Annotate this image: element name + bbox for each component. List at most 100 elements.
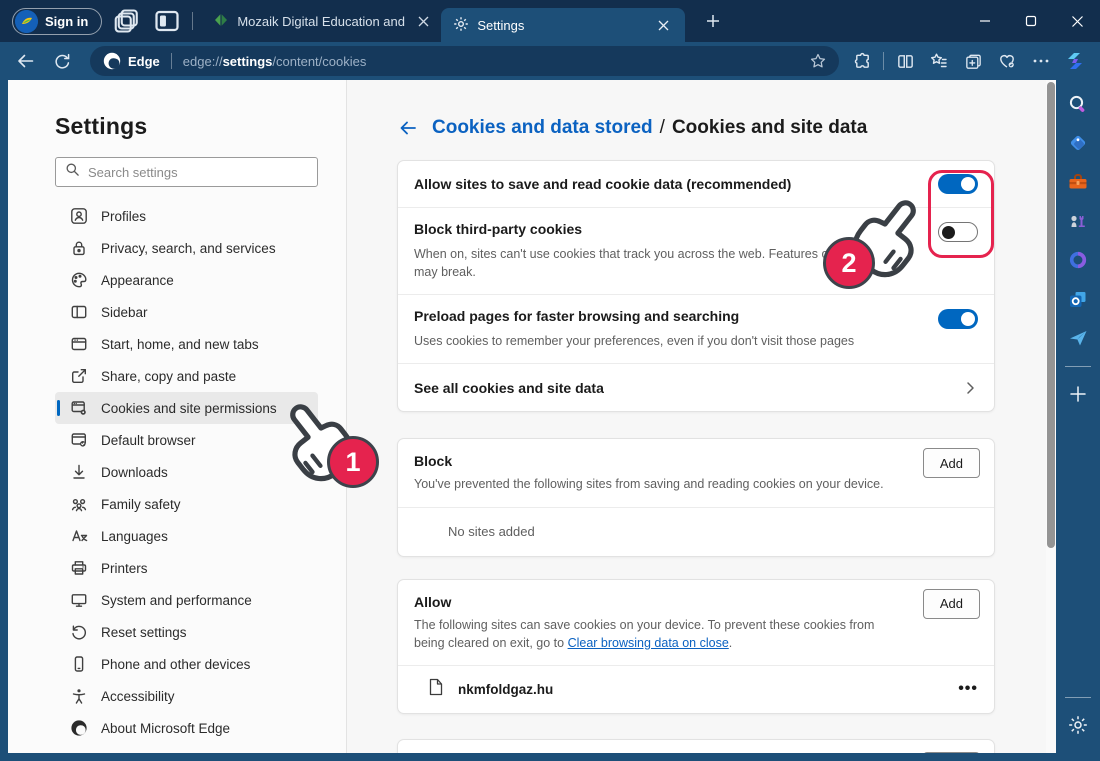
- shopping-icon[interactable]: [1063, 128, 1093, 158]
- edge-brand-label: Edge: [128, 54, 160, 69]
- cookies-icon: [70, 399, 88, 417]
- breadcrumb-link[interactable]: Cookies and data stored: [432, 117, 653, 138]
- tab-settings[interactable]: Settings: [441, 8, 685, 42]
- sidebar-item-about-microsoft-edge[interactable]: About Microsoft Edge: [55, 712, 318, 744]
- profile-icon: [70, 207, 88, 225]
- sidebar-item-label: Phone and other devices: [101, 657, 250, 672]
- close-window-button[interactable]: [1054, 0, 1100, 42]
- favorite-star-icon[interactable]: [803, 52, 833, 70]
- browser-essentials-icon[interactable]: [990, 46, 1024, 76]
- sign-in-label: Sign in: [45, 14, 88, 29]
- block-third-party-label: Block third-party cookies: [414, 221, 582, 237]
- allow-description-period: .: [729, 636, 732, 650]
- languages-icon: [70, 527, 88, 545]
- sidebar-item-reset-settings[interactable]: Reset settings: [55, 616, 318, 648]
- sidebar-item-phone-and-other-devices[interactable]: Phone and other devices: [55, 648, 318, 680]
- scrollbar-thumb[interactable]: [1047, 82, 1055, 548]
- see-all-cookies-row[interactable]: See all cookies and site data: [398, 364, 994, 411]
- phone-icon: [70, 655, 88, 673]
- allow-card-header: Allow The following sites can save cooki…: [398, 580, 994, 666]
- edge-badge: Edge: [103, 52, 160, 70]
- tab-mozaik[interactable]: Mozaik Digital Education and Lea: [203, 0, 441, 42]
- back-icon[interactable]: [8, 46, 44, 76]
- sidebar-item-system-and-performance[interactable]: System and performance: [55, 584, 318, 616]
- sidebar-item-sidebar[interactable]: Sidebar: [55, 296, 318, 328]
- back-arrow-icon[interactable]: [397, 117, 419, 139]
- sidebar-item-printers[interactable]: Printers: [55, 552, 318, 584]
- sidebar-item-start-home-and-new-tabs[interactable]: Start, home, and new tabs: [55, 328, 318, 360]
- split-screen-icon[interactable]: [888, 46, 922, 76]
- search-input[interactable]: [88, 165, 308, 180]
- sidebar-item-label: Cookies and site permissions: [101, 401, 277, 416]
- favorites-icon[interactable]: [922, 46, 956, 76]
- block-third-party-toggle[interactable]: [938, 222, 978, 242]
- page-scrollbar[interactable]: [1046, 80, 1056, 753]
- settings-page: Settings ProfilesPrivacy, search, and se…: [8, 80, 1056, 753]
- copilot-icon[interactable]: [1058, 46, 1092, 76]
- sidebar-search-icon[interactable]: [1063, 89, 1093, 119]
- tab-close-icon[interactable]: [415, 13, 431, 29]
- sidebar-icon: [70, 303, 88, 321]
- allowed-site-name: nkmfoldgaz.hu: [458, 682, 553, 697]
- allow-add-button[interactable]: Add: [923, 589, 980, 619]
- sidebar-item-languages[interactable]: Languages: [55, 520, 318, 552]
- clear-browsing-data-link[interactable]: Clear browsing data on close: [568, 636, 729, 650]
- navigation-toolbar: Edge edge://settings/content/cookies: [0, 42, 1100, 80]
- sidebar-item-share-copy-and-paste[interactable]: Share, copy and paste: [55, 360, 318, 392]
- sidebar-item-label: Family safety: [101, 497, 181, 512]
- default-browser-icon: [70, 431, 88, 449]
- lock-icon: [70, 239, 88, 257]
- edge-icon: [70, 719, 88, 737]
- site-more-options-icon[interactable]: •••: [958, 680, 978, 698]
- toolbox-icon[interactable]: [1063, 167, 1093, 197]
- allow-cookies-toggle[interactable]: [938, 174, 978, 194]
- settings-search[interactable]: [55, 157, 318, 187]
- block-third-party-description: When on, sites can't use cookies that tr…: [414, 245, 914, 281]
- microsoft-365-icon[interactable]: [1063, 245, 1093, 275]
- titlebar-separator: [192, 12, 193, 30]
- see-all-cookies-label: See all cookies and site data: [414, 380, 604, 396]
- tab-actions-icon[interactable]: [152, 6, 182, 36]
- sidebar-item-profiles[interactable]: Profiles: [55, 200, 318, 232]
- settings-content: Cookies and data stored/Cookies and site…: [347, 80, 1046, 753]
- sidebar-item-appearance[interactable]: Appearance: [55, 264, 318, 296]
- sidebar-item-accessibility[interactable]: Accessibility: [55, 680, 318, 712]
- block-title: Block: [414, 453, 884, 469]
- block-card-header: Block You've prevented the following sit…: [398, 439, 994, 507]
- address-bar[interactable]: Edge edge://settings/content/cookies: [90, 46, 839, 76]
- more-options-icon[interactable]: [1024, 46, 1058, 76]
- sidebar-settings-gear-icon[interactable]: [1063, 710, 1093, 740]
- customize-sidebar-icon[interactable]: [1063, 379, 1093, 409]
- minimize-button[interactable]: [962, 0, 1008, 42]
- outlook-icon[interactable]: [1063, 284, 1093, 314]
- sidebar-item-privacy-search-and-services[interactable]: Privacy, search, and services: [55, 232, 318, 264]
- browser-window: Sign in Mozaik Digital Education and Lea…: [0, 0, 1100, 761]
- sidebar-item-label: Default browser: [101, 433, 196, 448]
- sidebar-item-label: Start, home, and new tabs: [101, 337, 259, 352]
- refresh-icon[interactable]: [44, 46, 80, 76]
- maximize-button[interactable]: [1008, 0, 1054, 42]
- sidebar-item-cookies-and-site-permissions[interactable]: Cookies and site permissions: [55, 392, 318, 424]
- edge-logo-icon: [103, 52, 121, 70]
- drop-icon[interactable]: [1063, 323, 1093, 353]
- workspaces-icon[interactable]: [112, 6, 142, 36]
- sign-in-button[interactable]: Sign in: [12, 8, 102, 35]
- breadcrumb-current: Cookies and site data: [672, 117, 867, 138]
- preload-pages-toggle[interactable]: [938, 309, 978, 329]
- sidebar-item-downloads[interactable]: Downloads: [55, 456, 318, 488]
- clear-on-exit-add-button[interactable]: Add: [923, 752, 980, 753]
- tab-close-icon[interactable]: [655, 17, 671, 33]
- collections-icon[interactable]: [956, 46, 990, 76]
- cookie-settings-card: Allow sites to save and read cookie data…: [397, 160, 995, 412]
- sidebar-item-family-safety[interactable]: Family safety: [55, 488, 318, 520]
- breadcrumb: Cookies and data stored/Cookies and site…: [397, 117, 1046, 139]
- family-icon: [70, 495, 88, 513]
- gear-favicon-icon: [453, 16, 469, 35]
- url-text[interactable]: edge://settings/content/cookies: [183, 54, 367, 69]
- block-add-button[interactable]: Add: [923, 448, 980, 478]
- games-icon[interactable]: [1063, 206, 1093, 236]
- extensions-icon[interactable]: [845, 46, 879, 76]
- sidebar-item-default-browser[interactable]: Default browser: [55, 424, 318, 456]
- new-tab-button[interactable]: [699, 7, 727, 35]
- preload-pages-description: Uses cookies to remember your preference…: [414, 332, 854, 350]
